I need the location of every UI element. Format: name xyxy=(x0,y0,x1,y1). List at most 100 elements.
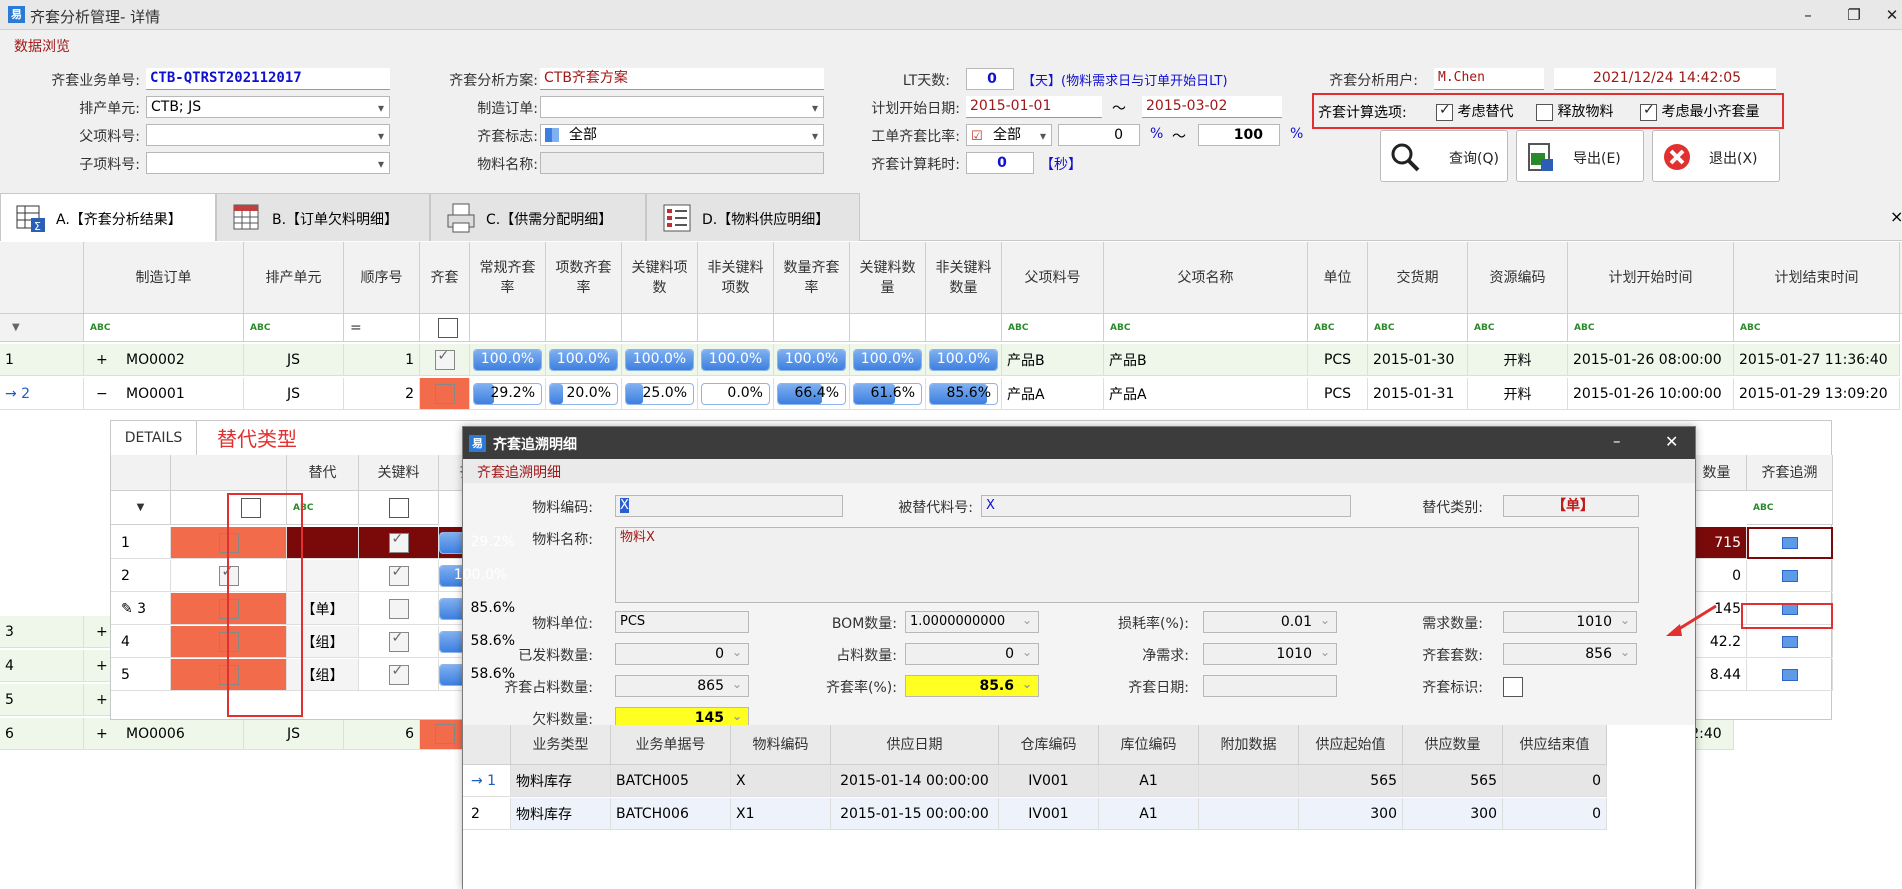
column-header[interactable]: 数量齐套率 xyxy=(774,242,850,314)
expand-toggle-icon[interactable]: + xyxy=(96,726,116,742)
need-field[interactable]: 1010 xyxy=(1503,611,1637,633)
details-column-header[interactable]: 替代 xyxy=(287,455,359,491)
kit-checkbox[interactable] xyxy=(434,348,455,370)
kit-checkbox[interactable] xyxy=(434,383,455,404)
trace-cell[interactable] xyxy=(1747,560,1833,592)
column-header[interactable]: 单位 xyxy=(1308,242,1368,314)
option-release[interactable]: 释放物料 xyxy=(1536,101,1613,121)
details-tab[interactable]: DETAILS xyxy=(111,421,197,455)
replaced-field[interactable]: X xyxy=(981,495,1351,517)
filter-checkbox[interactable] xyxy=(437,317,458,338)
ratio-from-spinner[interactable]: 0 xyxy=(1058,124,1140,146)
dialog-minimize-button[interactable]: – xyxy=(1613,432,1621,450)
column-header[interactable]: 非关键料项数 xyxy=(698,242,774,314)
sets-field[interactable]: 856 xyxy=(1503,643,1637,665)
filter-cell[interactable]: ABC xyxy=(1308,314,1368,342)
supply-column-header[interactable]: 仓库编码 xyxy=(999,725,1099,765)
column-header[interactable]: 计划结束时间 xyxy=(1734,242,1900,314)
details-column-header[interactable]: 齐套追溯 xyxy=(1747,455,1833,491)
expand-toggle-icon[interactable]: + xyxy=(96,352,116,368)
column-header[interactable]: 计划开始时间 xyxy=(1568,242,1734,314)
kitflag-checkbox[interactable] xyxy=(1503,677,1523,697)
matname-field[interactable] xyxy=(540,152,824,174)
supply-column-header[interactable]: 供应起始值 xyxy=(1299,725,1403,765)
column-header[interactable]: 顺序号 xyxy=(344,242,420,314)
maximize-button[interactable]: ❐ xyxy=(1834,2,1874,28)
tab-supply-demand[interactable]: C.【供需分配明细】 xyxy=(430,193,646,241)
kit-status-cell[interactable] xyxy=(420,344,470,376)
supply-column-header[interactable]: 业务单据号 xyxy=(611,725,731,765)
trace-chart-icon[interactable] xyxy=(1781,569,1798,582)
row-expand-cell[interactable]: + MO0006 xyxy=(84,718,244,750)
column-header[interactable]: 交货期 xyxy=(1368,242,1468,314)
column-header[interactable]: 非关键料数量 xyxy=(926,242,1002,314)
plan-to-field[interactable]: 2015-03-02 xyxy=(1142,96,1282,118)
filter-cell[interactable]: ABC xyxy=(244,314,344,342)
filter-cell[interactable] xyxy=(698,314,774,342)
mat-code-field[interactable]: X xyxy=(615,495,843,517)
filter-cell[interactable] xyxy=(850,314,926,342)
ratio-to-spinner[interactable]: 100 xyxy=(1198,124,1280,146)
filter-cell[interactable]: ABC xyxy=(1002,314,1104,342)
exit-button[interactable]: 退出(X) xyxy=(1652,130,1780,182)
minimize-button[interactable]: – xyxy=(1788,2,1828,28)
minqty-checkbox[interactable] xyxy=(1640,102,1657,121)
option-substitute[interactable]: 考虑替代 xyxy=(1436,101,1513,121)
issued-field[interactable]: 0 xyxy=(615,643,749,665)
filter-cell[interactable]: ABC xyxy=(1468,314,1568,342)
filter-icon[interactable]: ▼ xyxy=(0,314,84,342)
filter-cell[interactable]: ABC xyxy=(1568,314,1734,342)
supply-column-header[interactable]: 附加数据 xyxy=(1199,725,1299,765)
expand-toggle-icon[interactable]: − xyxy=(96,386,116,402)
filter-cell[interactable]: ABC xyxy=(1104,314,1308,342)
column-header[interactable]: 关键料数量 xyxy=(850,242,926,314)
release-checkbox[interactable] xyxy=(1536,103,1553,121)
ratio-select[interactable]: ☑ 全部 xyxy=(966,124,1052,146)
query-button[interactable]: 查询(Q) xyxy=(1380,130,1508,182)
filter-cell[interactable]: = xyxy=(344,314,420,342)
supply-column-header[interactable]: 库位编码 xyxy=(1099,725,1199,765)
column-header[interactable]: 关键料项数 xyxy=(622,242,698,314)
column-header[interactable]: 父项名称 xyxy=(1104,242,1308,314)
filter-cell[interactable]: ABC xyxy=(1368,314,1468,342)
supply-column-header[interactable]: 供应结束值 xyxy=(1503,725,1607,765)
column-header[interactable]: 齐套 xyxy=(420,242,470,314)
tab-material-supply[interactable]: D.【物料供应明细】 xyxy=(646,193,860,241)
kit-status-cell[interactable] xyxy=(420,378,470,410)
filter-cell[interactable] xyxy=(926,314,1002,342)
supply-column-header[interactable]: 供应数量 xyxy=(1403,725,1503,765)
trace-chart-icon[interactable] xyxy=(1781,635,1798,648)
dialog-close-button[interactable]: ✕ xyxy=(1665,432,1678,451)
subtype-field[interactable]: 【单】 xyxy=(1503,495,1639,517)
supply-column-header[interactable]: 供应日期 xyxy=(831,725,999,765)
filter-cell[interactable] xyxy=(470,314,546,342)
plan-from-field[interactable]: 2015-01-01 xyxy=(966,96,1102,118)
trace-chart-icon[interactable] xyxy=(1782,537,1798,549)
column-header[interactable]: 常规齐套率 xyxy=(470,242,546,314)
close-window-button[interactable]: ✕ xyxy=(1872,2,1902,28)
trace-chart-icon[interactable] xyxy=(1781,668,1798,681)
mo-select[interactable] xyxy=(540,96,824,118)
lt-field[interactable]: 0 xyxy=(966,68,1014,90)
bom-field[interactable]: 1.0000000000 xyxy=(905,611,1039,633)
tab-analysis-result[interactable]: Σ A.【齐套分析结果】 xyxy=(0,193,216,241)
parent-select[interactable] xyxy=(146,124,390,146)
column-header[interactable]: 资源编码 xyxy=(1468,242,1568,314)
details-filter-cell[interactable]: ABC xyxy=(1747,491,1833,525)
supply-column-header[interactable]: 物料编码 xyxy=(731,725,831,765)
filter-cell[interactable]: ABC xyxy=(1734,314,1900,342)
trace-cell[interactable] xyxy=(1747,659,1833,691)
filter-cell[interactable] xyxy=(622,314,698,342)
occupy-field[interactable]: 0 xyxy=(905,643,1039,665)
kitocc-field[interactable]: 865 xyxy=(615,675,749,697)
column-header[interactable]: 排产单元 xyxy=(244,242,344,314)
export-button[interactable]: 导出(E) xyxy=(1516,130,1644,182)
flag-select[interactable]: 全部 xyxy=(540,124,824,146)
loss-field[interactable]: 0.01 xyxy=(1203,611,1337,633)
column-header[interactable]: 制造订单 xyxy=(84,242,244,314)
row-expand-cell[interactable]: + MO0002 xyxy=(84,344,244,376)
order-no-field[interactable]: CTB-QTRST202112017 xyxy=(146,68,390,90)
filter-cell[interactable] xyxy=(774,314,850,342)
filter-cell[interactable]: ABC xyxy=(84,314,244,342)
net-field[interactable]: 1010 xyxy=(1203,643,1337,665)
